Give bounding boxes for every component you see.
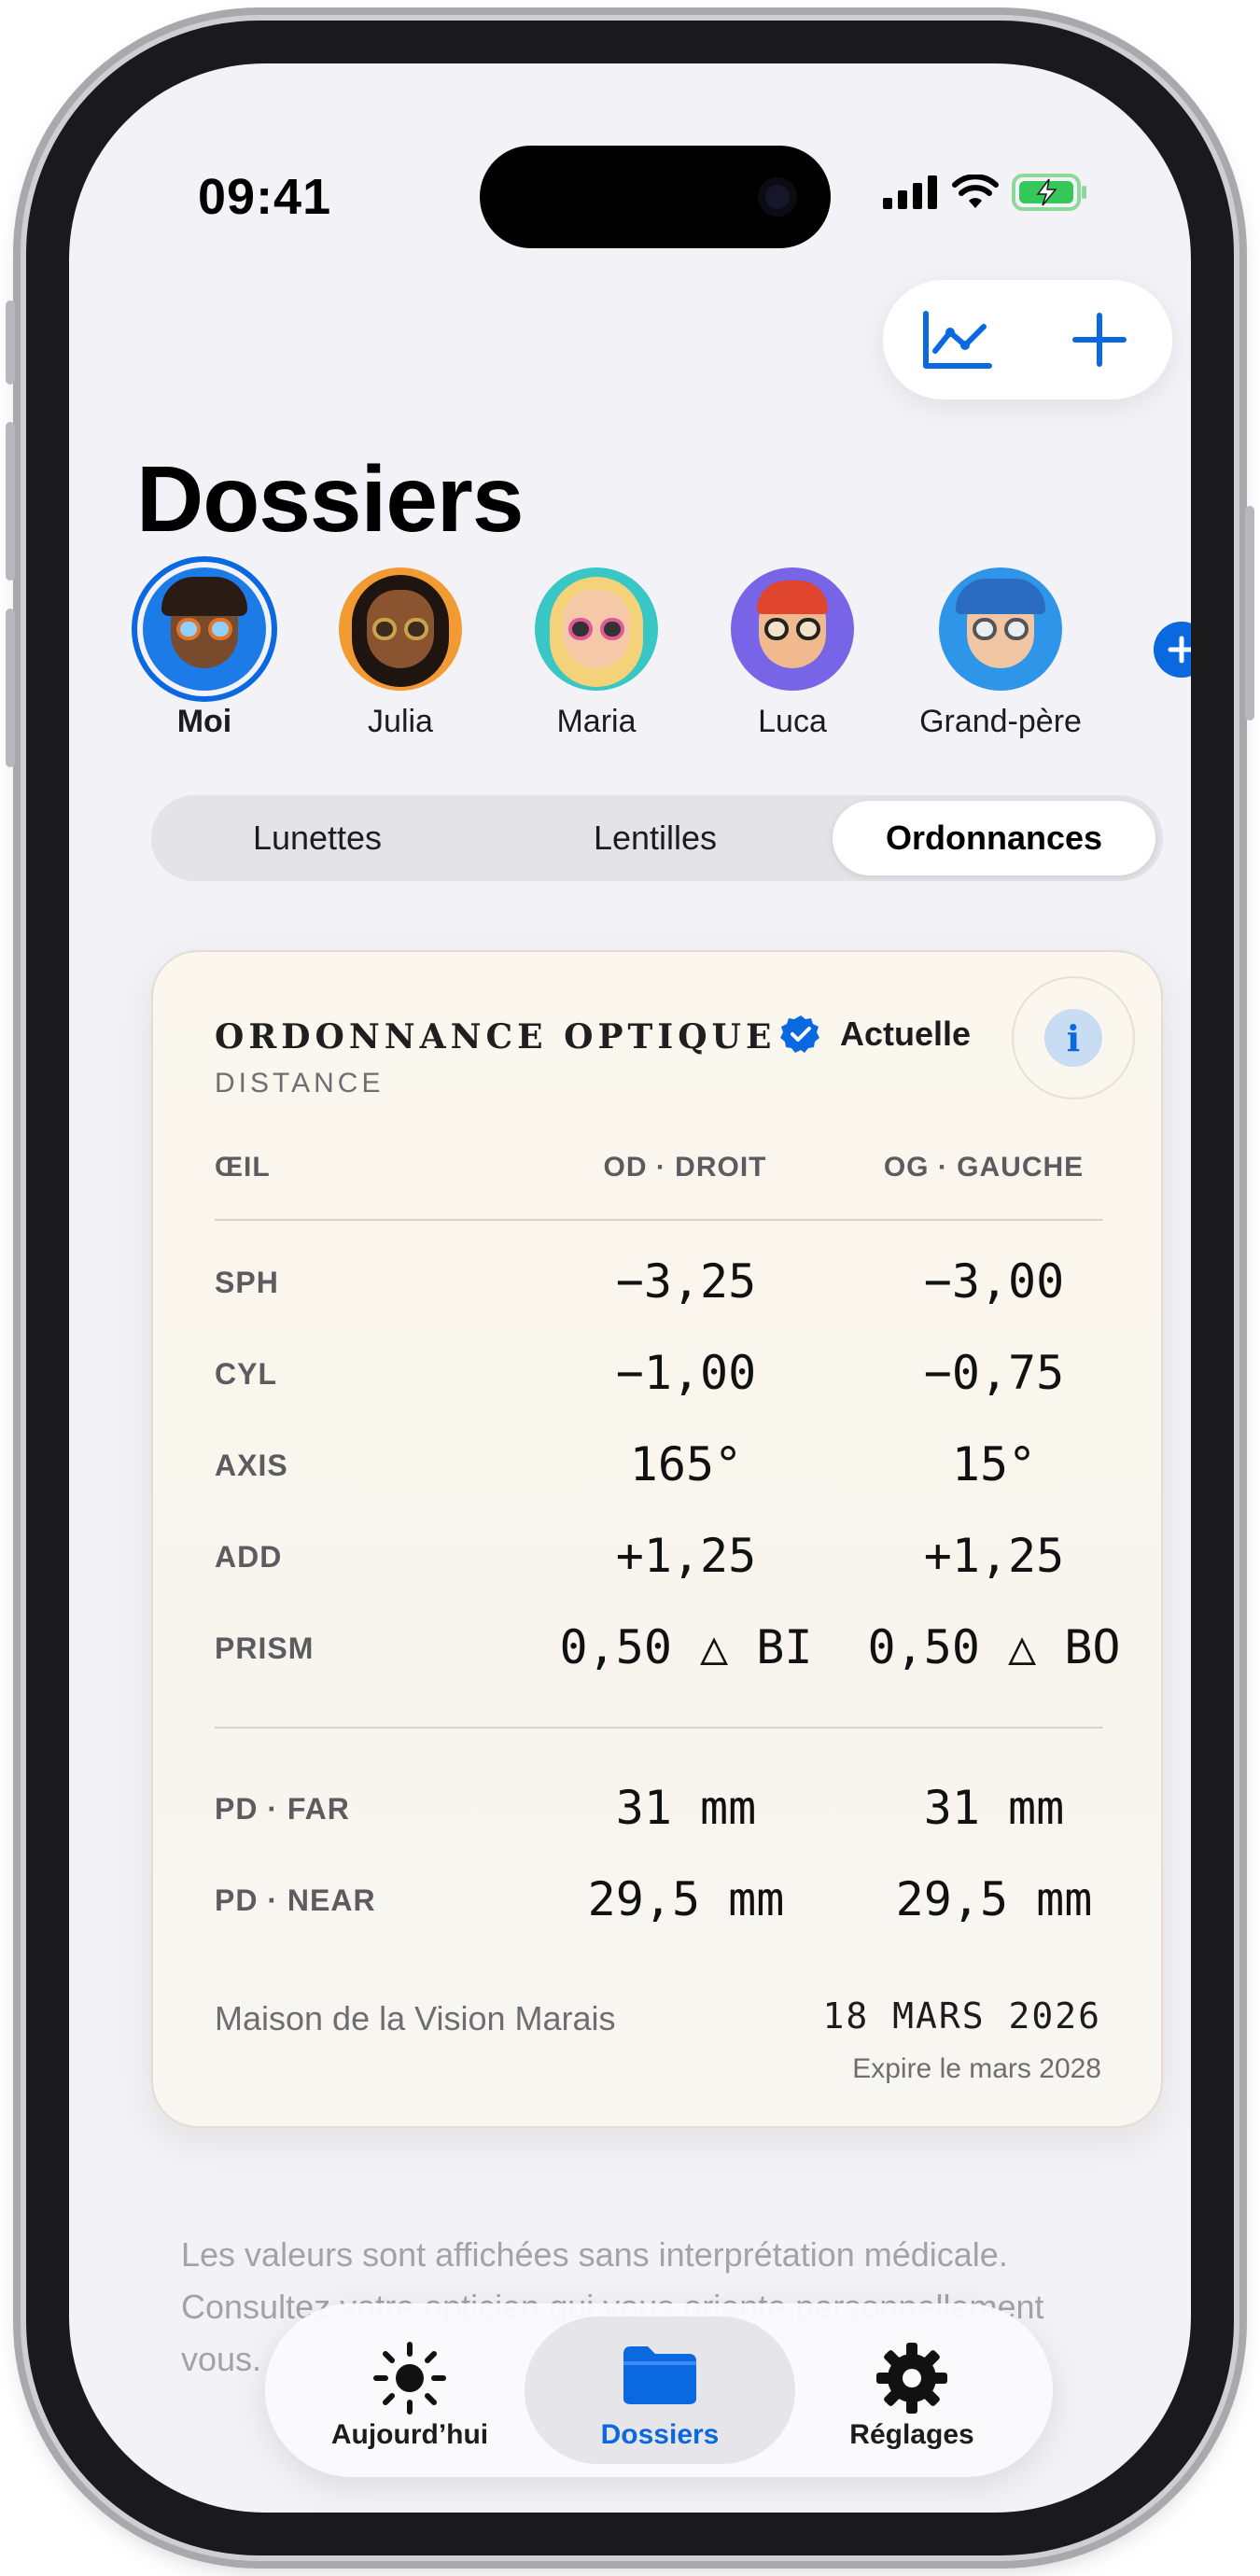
add-button[interactable]: [1062, 302, 1137, 377]
row-label-cyl: CYL: [215, 1357, 277, 1391]
tab-label: Dossiers: [600, 2419, 720, 2450]
folder-icon: [620, 2341, 700, 2413]
gear-icon: [875, 2341, 949, 2420]
prescription-date: 18 MARS 2026: [822, 1995, 1101, 2037]
plus-icon: [1072, 313, 1127, 367]
chart-button[interactable]: [920, 302, 995, 377]
value-prism-right: 0,50 △ BI: [559, 1620, 813, 1674]
screen: 09:41 Dossiers Moi Julia Maria Luca Gran…: [69, 63, 1191, 2513]
tab-dossiers[interactable]: Dossiers: [525, 2303, 795, 2477]
status-time: 09:41: [198, 169, 332, 225]
tab-reglages[interactable]: Réglages: [805, 2303, 1019, 2477]
row-label-pd-near: PD · NEAR: [215, 1883, 376, 1917]
phone-frame: 09:41 Dossiers Moi Julia Maria Luca Gran…: [6, 21, 1254, 2555]
row-label-pd-far: PD · FAR: [215, 1792, 350, 1826]
profile-name: Maria: [556, 704, 637, 739]
clinic-name: Maison de la Vision Marais: [215, 1999, 616, 2037]
page-title: Dossiers: [136, 447, 524, 552]
row-label-axis: AXIS: [215, 1449, 288, 1482]
info-icon: i: [1044, 1009, 1102, 1067]
wifi-icon: [952, 175, 999, 208]
divider: [215, 1727, 1103, 1729]
avatar: [535, 567, 658, 691]
profile-name: Grand-père: [919, 704, 1082, 739]
tab-label: Aujourd’hui: [330, 2419, 489, 2450]
avatar: [731, 567, 854, 691]
value-axis-right: 165°: [629, 1437, 743, 1491]
camera-icon: [758, 177, 797, 217]
status-badge-label: Actuelle: [840, 1015, 972, 1053]
profile-name: Moi: [176, 704, 232, 739]
toolbar-actions: [883, 280, 1172, 399]
card-title: ORDONNANCE OPTIQUE: [215, 1017, 777, 1057]
value-pd-far-right: 31 mm: [615, 1781, 757, 1835]
column-header-eye: ŒIL: [215, 1152, 271, 1183]
value-pd-near-left: 29,5 mm: [895, 1872, 1093, 1926]
value-pd-near-right: 29,5 mm: [587, 1872, 785, 1926]
tab-label: Réglages: [849, 2419, 974, 2450]
profile-row: Moi Julia Maria Luca Grand-père: [69, 556, 1191, 810]
plus-icon: [1168, 636, 1191, 664]
verified-icon: [780, 1015, 819, 1053]
expiry-date: Expire le mars 2028: [852, 2053, 1101, 2084]
value-sph-left: −3,00: [923, 1254, 1065, 1309]
value-cyl-right: −1,00: [615, 1346, 757, 1400]
row-label-sph: SPH: [215, 1266, 279, 1299]
divider: [215, 1219, 1103, 1221]
value-prism-left: 0,50 △ BO: [867, 1620, 1121, 1674]
tab-today[interactable]: Aujourd’hui: [302, 2303, 517, 2477]
volume-down-button: [6, 609, 15, 767]
profile-name: Luca: [758, 704, 827, 739]
dynamic-island: [480, 146, 831, 248]
value-axis-left: 15°: [951, 1437, 1037, 1491]
add-profile-button[interactable]: [1154, 622, 1191, 678]
sun-icon: [372, 2341, 447, 2420]
row-label-add: ADD: [215, 1540, 283, 1574]
avatar: [939, 567, 1062, 691]
value-add-right: +1,25: [615, 1529, 757, 1583]
segment-lunettes[interactable]: Lunettes: [159, 801, 476, 875]
value-add-left: +1,25: [923, 1529, 1065, 1583]
profile-julia[interactable]: Julia: [302, 567, 498, 740]
column-header-left: OG · GAUCHE: [883, 1152, 1085, 1183]
column-header-right: OD · DROIT: [603, 1152, 767, 1183]
card-subtitle: DISTANCE: [215, 1068, 385, 1099]
prescription-card[interactable]: ORDONNANCE OPTIQUE DISTANCE Actuelle i Œ…: [151, 950, 1163, 2128]
profile-grand-pere[interactable]: Grand-père: [898, 567, 1103, 740]
segmented-control: Lunettes Lentilles Ordonnances: [151, 795, 1163, 881]
tab-bar: Aujourd’hui Dossiers Réglages: [265, 2303, 1053, 2477]
avatar: [143, 567, 266, 691]
profile-moi[interactable]: Moi: [106, 556, 302, 740]
profile-luca[interactable]: Luca: [694, 567, 890, 740]
value-sph-right: −3,25: [615, 1254, 757, 1309]
power-button: [1245, 506, 1254, 721]
avatar: [339, 567, 462, 691]
action-button: [6, 301, 15, 385]
segment-lentilles[interactable]: Lentilles: [497, 801, 814, 875]
chart-icon: [923, 311, 992, 369]
profile-name: Julia: [368, 704, 433, 739]
status-icons: [883, 174, 1088, 211]
value-cyl-left: −0,75: [923, 1346, 1065, 1400]
segment-ordonnances[interactable]: Ordonnances: [833, 801, 1155, 875]
info-button[interactable]: i: [1012, 976, 1135, 1099]
signal-icon: [883, 175, 937, 209]
volume-up-button: [6, 422, 15, 581]
status-badge: Actuelle: [780, 1014, 971, 1055]
profile-maria[interactable]: Maria: [498, 567, 694, 740]
row-label-prism: PRISM: [215, 1631, 315, 1665]
battery-icon: [1012, 174, 1086, 211]
value-pd-far-left: 31 mm: [923, 1781, 1065, 1835]
